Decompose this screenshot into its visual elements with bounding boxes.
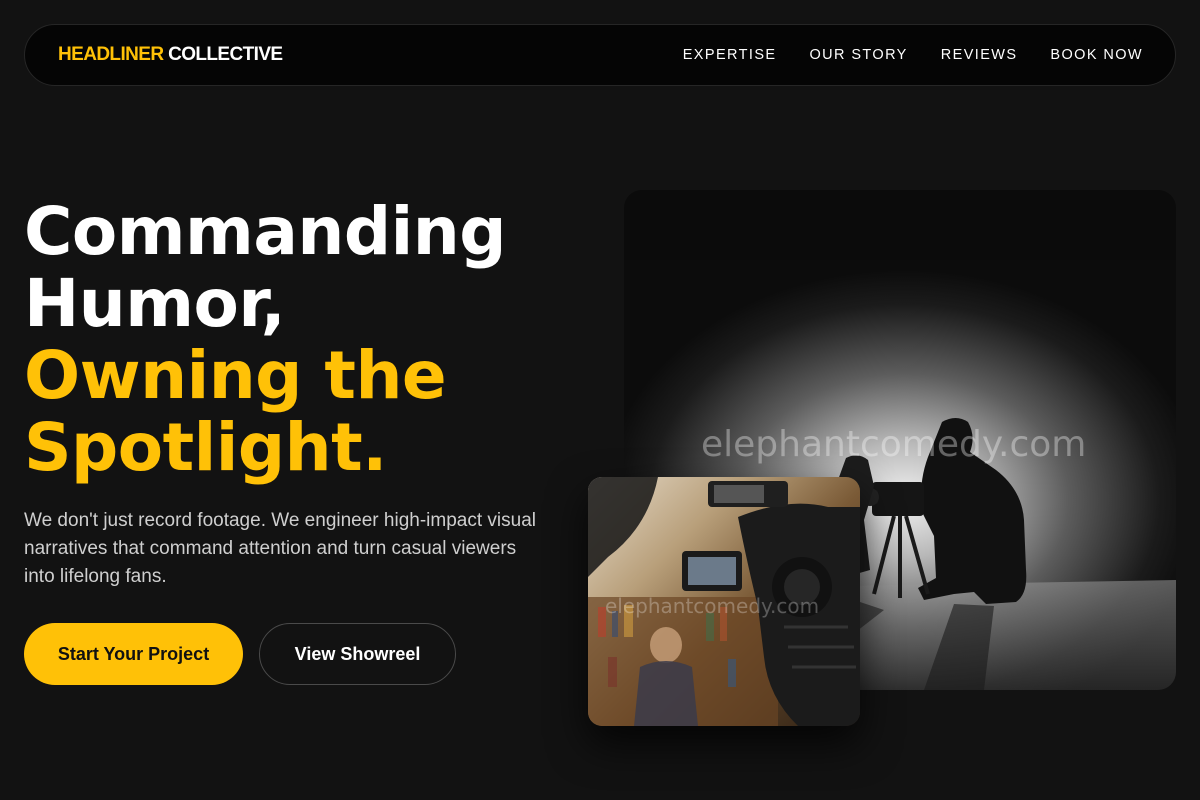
watermark-small: elephantcomedy.com (605, 594, 819, 618)
hero-title-line-4: Spotlight. (24, 409, 387, 486)
start-project-button[interactable]: Start Your Project (24, 623, 243, 685)
nav-link-book-now[interactable]: BOOK NOW (1050, 47, 1143, 63)
brand-logo[interactable]: HEADLINER COLLECTIVE (58, 44, 283, 66)
hero-subtitle: We don't just record footage. We enginee… (24, 510, 536, 587)
nav-links: EXPERTISE OUR STORY REVIEWS BOOK NOW (683, 47, 1143, 63)
hero-title-line-1: Commanding (24, 193, 506, 270)
nav-link-reviews[interactable]: REVIEWS (941, 47, 1018, 63)
hero-title-line-3: Owning the (24, 337, 447, 414)
page: HEADLINER COLLECTIVE EXPERTISE OUR STORY… (0, 0, 1200, 800)
logo-rest-text: COLLECTIVE (168, 44, 283, 65)
hero-title-line-2: Humor, (24, 265, 286, 342)
watermark-main: elephantcomedy.com (701, 424, 1086, 465)
top-navbar: HEADLINER COLLECTIVE EXPERTISE OUR STORY… (24, 24, 1176, 86)
nav-link-expertise[interactable]: EXPERTISE (683, 47, 777, 63)
view-showreel-button[interactable]: View Showreel (259, 623, 456, 685)
logo-accent-text: HEADLINER (58, 44, 164, 65)
hero-title: Commanding Humor, Owning the Spotlight. (24, 196, 506, 484)
nav-link-our-story[interactable]: OUR STORY (809, 47, 907, 63)
secondary-image-camera: elephantcomedy.com (588, 477, 860, 726)
camera-closeup-illustration: elephantcomedy.com (588, 477, 860, 726)
